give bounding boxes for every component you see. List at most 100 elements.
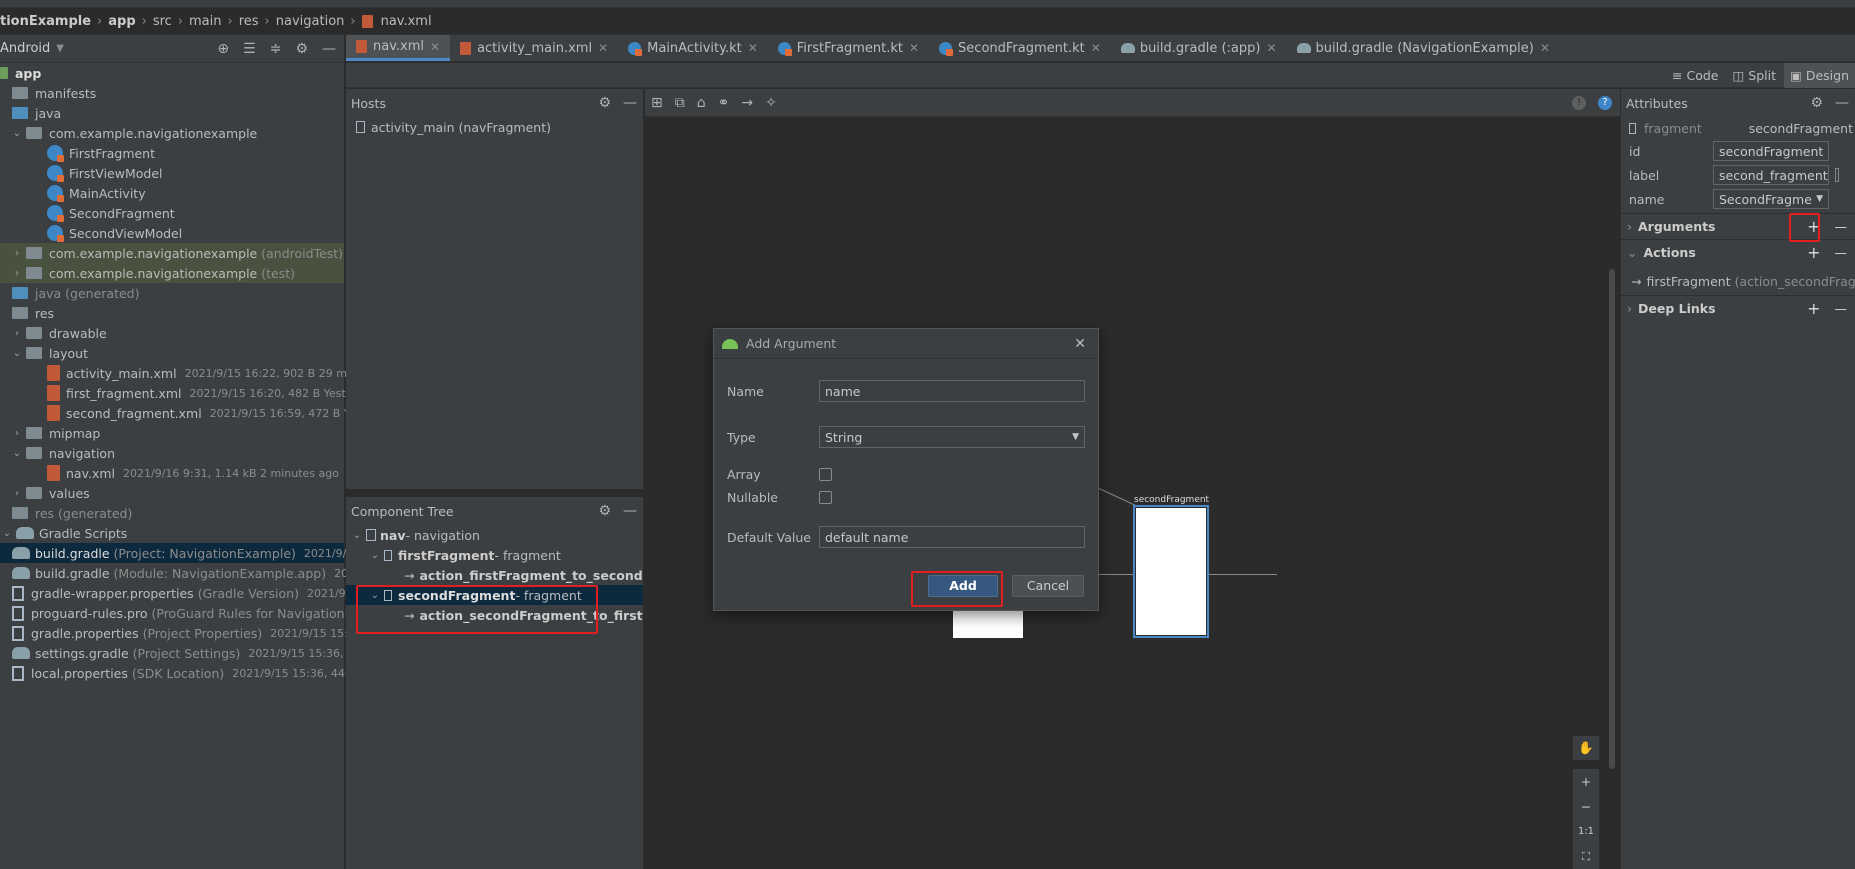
collapse-all-icon[interactable]: ≑ (270, 41, 282, 57)
gear-icon[interactable]: ⚙ (1810, 95, 1823, 111)
close-icon[interactable]: ✕ (909, 41, 919, 55)
tab-first-fragment[interactable]: FirstFragment.kt ✕ (768, 35, 929, 61)
vertical-scrollbar[interactable] (1609, 269, 1615, 769)
breadcrumb-main[interactable]: main (189, 14, 221, 29)
tree-item-manifests[interactable]: manifests (0, 83, 344, 103)
tree-item-package[interactable]: ⌄ com.example.navigationexample (0, 123, 344, 143)
expand-all-icon[interactable]: ☰ (243, 41, 256, 57)
auto-arrange-icon[interactable]: ✧ (765, 95, 777, 111)
tree-item-values[interactable]: › values (0, 483, 344, 503)
tree-item-class[interactable]: SecondFragment (0, 203, 344, 223)
tab-activity-main[interactable]: activity_main.xml ✕ (450, 35, 618, 61)
minimize-icon[interactable]: — (623, 503, 637, 519)
tree-item-test[interactable]: › com.example.navigationexample (test) (0, 263, 344, 283)
fit-screen-icon[interactable]: ⛶ (1573, 844, 1599, 869)
tree-item-class[interactable]: MainActivity (0, 183, 344, 203)
split-view-button[interactable]: ◫ Split (1726, 63, 1782, 88)
project-view-selector[interactable]: Android (0, 41, 50, 56)
code-view-button[interactable]: ≡ Code (1666, 63, 1725, 88)
tree-item-gradle-scripts[interactable]: ⌄ Gradle Scripts (0, 523, 344, 543)
add-action-button[interactable]: + (1807, 243, 1820, 262)
zoom-in-button[interactable]: + (1573, 769, 1599, 794)
tree-item-java[interactable]: java (0, 103, 344, 123)
default-value-field[interactable]: default name (819, 526, 1085, 548)
tree-first-action[interactable]: →action_firstFragment_to_secondFrag (346, 565, 643, 585)
gear-icon[interactable]: ⚙ (295, 41, 308, 57)
tab-build-gradle-app[interactable]: build.gradle (:app) ✕ (1111, 35, 1287, 61)
tree-item-gradle-file[interactable]: settings.gradle (Project Settings) 2021/9/… (0, 643, 379, 663)
tree-item-gradle-file[interactable]: local.properties (SDK Location) 2021/9/15 … (0, 663, 363, 683)
nested-graph-icon[interactable]: ⧉ (675, 95, 685, 111)
locate-icon[interactable]: ⊕ (217, 41, 229, 57)
second-fragment-preview[interactable] (1133, 505, 1209, 638)
info-icon[interactable]: ! (1572, 95, 1586, 110)
help-icon[interactable]: ? (1598, 95, 1612, 110)
tree-item-layout-file[interactable]: second_fragment.xml 2021/9/15 16:59, 472 … (0, 403, 373, 423)
new-destination-icon[interactable]: ⊞ (651, 95, 663, 111)
close-icon[interactable]: ✕ (430, 40, 440, 54)
tree-item-drawable[interactable]: › drawable (0, 323, 344, 343)
close-icon[interactable]: ✕ (1540, 41, 1550, 55)
deep-links-section[interactable]: › Deep Links + — (1621, 295, 1855, 321)
gear-icon[interactable]: ⚙ (598, 95, 611, 111)
attr-class-dropdown[interactable]: SecondFragme ▼ (1713, 189, 1829, 209)
cancel-button[interactable]: Cancel (1012, 575, 1084, 597)
tree-item-res-generated[interactable]: res (generated) (0, 503, 344, 523)
close-icon[interactable]: ✕ (748, 41, 758, 55)
tree-item-class[interactable]: FirstFragment (0, 143, 344, 163)
breadcrumb-navigation[interactable]: navigation (276, 14, 345, 29)
minimize-icon[interactable]: — (322, 41, 336, 57)
add-deep-link-button[interactable]: + (1807, 299, 1820, 318)
tab-second-fragment[interactable]: SecondFragment.kt ✕ (929, 35, 1111, 61)
tree-item-android-test[interactable]: › com.example.navigationexample (androidTe… (0, 243, 344, 263)
actions-section[interactable]: ⌄ Actions + — (1621, 239, 1855, 265)
tree-item-gradle-file[interactable]: gradle.properties (Project Properties) 202… (0, 623, 365, 643)
home-icon[interactable]: ⌂ (697, 95, 706, 111)
tab-nav-xml[interactable]: nav.xml ✕ (346, 35, 451, 61)
attr-label-field[interactable]: second_fragment (1713, 165, 1829, 185)
host-item[interactable]: activity_main (navFragment) (346, 117, 643, 137)
close-icon[interactable]: ✕ (1091, 41, 1101, 55)
remove-deep-link-button[interactable]: — (1835, 301, 1848, 316)
close-icon[interactable]: ✕ (598, 41, 608, 55)
tree-item-nav-file[interactable]: nav.xml 2021/9/16 9:31, 1.14 kB 2 minutes… (0, 463, 344, 483)
tree-item-class[interactable]: SecondViewModel (0, 223, 344, 243)
remove-argument-button[interactable]: — (1835, 219, 1848, 234)
tree-item-app[interactable]: app (0, 63, 344, 83)
breadcrumb-res[interactable]: res (239, 14, 259, 29)
zoom-actual-button[interactable]: 1:1 (1573, 819, 1599, 844)
chevron-down-icon[interactable]: ▼ (56, 43, 64, 54)
link-icon[interactable]: ⚭ (718, 95, 730, 111)
pan-button[interactable]: ✋ (1573, 736, 1599, 760)
arrow-right-icon[interactable]: → (741, 95, 753, 111)
tree-item-layout[interactable]: ⌄ layout (0, 343, 344, 363)
tree-item-gradle-file[interactable]: gradle-wrapper.properties (Gradle Version… (0, 583, 363, 603)
close-icon[interactable]: ✕ (1266, 41, 1276, 55)
close-icon[interactable]: ✕ (1074, 336, 1086, 352)
name-field[interactable]: name (819, 380, 1085, 402)
tree-item-gradle-file[interactable]: build.gradle (Module: NavigationExample.a… (0, 563, 373, 583)
tree-item-layout-file[interactable]: first_fragment.xml 2021/9/15 16:20, 482 B… (0, 383, 377, 403)
tab-build-gradle-project[interactable]: build.gradle (NavigationExample) ✕ (1287, 35, 1560, 61)
tab-main-activity[interactable]: MainActivity.kt ✕ (618, 35, 768, 61)
breadcrumb-file[interactable]: nav.xml (381, 14, 432, 29)
design-view-button[interactable]: ▣ Design (1784, 62, 1855, 88)
tree-item-mipmap[interactable]: › mipmap (0, 423, 344, 443)
resource-picker-icon[interactable] (1835, 168, 1839, 182)
nullable-checkbox[interactable] (819, 491, 832, 504)
type-dropdown[interactable]: String ▼ (819, 426, 1085, 448)
tree-item-navigation[interactable]: ⌄ navigation (0, 443, 344, 463)
tree-first-fragment[interactable]: ⌄ firstFragment - fragment (346, 545, 643, 565)
attr-id-field[interactable]: secondFragment (1713, 141, 1829, 161)
tree-item-gradle-file[interactable]: proguard-rules.pro (ProGuard Rules for Na… (0, 603, 368, 623)
zoom-out-button[interactable]: − (1573, 794, 1599, 819)
tree-item-java-generated[interactable]: java (generated) (0, 283, 344, 303)
breadcrumb-app[interactable]: app (108, 14, 135, 29)
tree-nav-node[interactable]: ⌄ nav - navigation (346, 525, 643, 545)
tree-item-gradle-file[interactable]: build.gradle (Project: NavigationExample)… (0, 543, 378, 563)
action-item[interactable]: → firstFragment (action_secondFragr (1621, 269, 1855, 293)
minimize-icon[interactable]: — (1835, 95, 1849, 111)
tree-item-res[interactable]: res (0, 303, 344, 323)
breadcrumb-src[interactable]: src (153, 14, 172, 29)
tree-item-class[interactable]: FirstViewModel (0, 163, 344, 183)
